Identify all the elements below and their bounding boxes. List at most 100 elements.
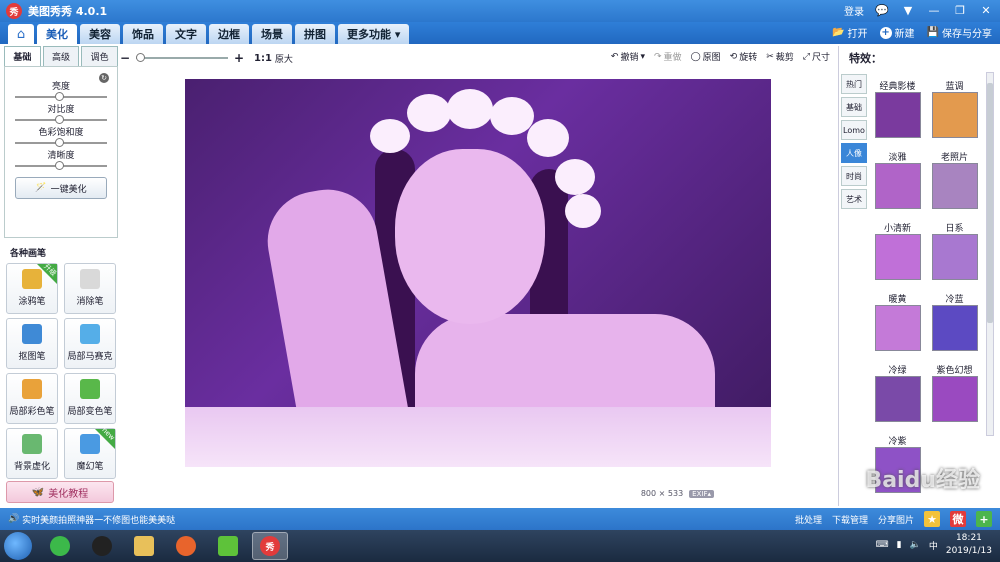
network-icon[interactable]: ▮ bbox=[897, 540, 902, 550]
tab-scene[interactable]: 场景 bbox=[252, 24, 292, 44]
taskbar-app-icon[interactable] bbox=[126, 532, 162, 560]
status-message[interactable]: 实时美颜拍照神器一不修图也能美美哒 bbox=[22, 513, 175, 526]
saturation-thumb[interactable] bbox=[55, 138, 64, 147]
sharpness-thumb[interactable] bbox=[55, 161, 64, 170]
zoom-slider[interactable] bbox=[136, 53, 228, 62]
saturation-slider[interactable] bbox=[15, 138, 107, 147]
recolor-brush-button[interactable]: 局部变色笔 bbox=[64, 373, 116, 424]
effect-name: 淡雅 bbox=[888, 153, 907, 163]
effect-thumbnail bbox=[931, 376, 978, 422]
maximize-button[interactable]: ❐ bbox=[952, 4, 968, 18]
contrast-thumb[interactable] bbox=[55, 115, 64, 124]
keyboard-icon[interactable]: ⌨ bbox=[876, 540, 889, 550]
magic-brush-button[interactable]: new 魔幻笔 bbox=[64, 426, 116, 479]
add-icon[interactable]: + bbox=[976, 511, 992, 527]
taskbar-app-icon[interactable] bbox=[168, 532, 204, 560]
redo-button[interactable]: ↷ 重做 bbox=[654, 50, 682, 64]
taskbar-app-icon[interactable] bbox=[42, 532, 78, 560]
undo-button[interactable]: ↶ 撤销 ▾ bbox=[611, 50, 645, 64]
subtab-color[interactable]: 调色 bbox=[81, 46, 119, 66]
taskbar-meitu-icon[interactable]: 秀 bbox=[252, 532, 288, 560]
category-tab-portrait[interactable]: 人像 bbox=[841, 143, 867, 163]
edited-photo[interactable] bbox=[185, 79, 771, 467]
start-button-icon[interactable] bbox=[4, 532, 32, 560]
brightness-slider[interactable] bbox=[15, 92, 107, 101]
exif-button[interactable]: EXIF▴ bbox=[689, 489, 714, 498]
one-key-beautify-button[interactable]: 🪄 一键美化 bbox=[15, 177, 107, 199]
tab-beautify[interactable]: 美化 bbox=[37, 24, 77, 44]
effect-item[interactable]: 淡雅 bbox=[869, 147, 926, 212]
category-tab-art[interactable]: 艺术 bbox=[841, 189, 867, 209]
file-actions: 📂 打开 + 新建 💾 保存与分享 bbox=[832, 25, 992, 40]
effect-item[interactable]: 暖黄 bbox=[869, 289, 926, 354]
dropdown-icon[interactable]: ▼ bbox=[900, 4, 916, 18]
ime-icon[interactable]: 中 bbox=[929, 539, 938, 552]
new-button[interactable]: + 新建 bbox=[879, 25, 915, 40]
tutorial-button[interactable]: 🦋 美化教程 bbox=[6, 481, 114, 503]
home-icon[interactable]: ⌂ bbox=[8, 24, 34, 44]
weibo-icon[interactable]: 微 bbox=[950, 511, 966, 527]
brush-label: 消除笔 bbox=[76, 297, 104, 307]
share-image-link[interactable]: 分享图片 bbox=[878, 513, 914, 526]
download-manager-link[interactable]: 下载管理 bbox=[832, 513, 868, 526]
effects-scroll-thumb[interactable] bbox=[987, 83, 993, 323]
category-tab-hot[interactable]: 热门 bbox=[841, 74, 867, 94]
crop-button[interactable]: ✂ 裁剪 bbox=[766, 50, 794, 64]
zoom-out-icon[interactable]: − bbox=[118, 51, 132, 65]
doodle-brush-button[interactable]: 升级 涂鸦笔 bbox=[6, 262, 58, 314]
blur-background-button[interactable]: 背景虚化 bbox=[6, 428, 58, 479]
actual-size-button[interactable]: 1:1 bbox=[254, 53, 272, 64]
color-brush-button[interactable]: 局部彩色笔 bbox=[6, 373, 58, 424]
volume-icon[interactable]: 🔈 bbox=[910, 540, 921, 550]
category-tab-lomo[interactable]: Lomo bbox=[841, 120, 867, 140]
sharpness-slider[interactable] bbox=[15, 161, 107, 170]
effect-item[interactable]: 蓝调 bbox=[926, 76, 983, 141]
brightness-thumb[interactable] bbox=[55, 92, 64, 101]
tab-more-features[interactable]: 更多功能 ▾ bbox=[338, 24, 410, 44]
effect-thumbnail bbox=[874, 163, 921, 209]
zoom-slider-thumb[interactable] bbox=[136, 53, 145, 62]
effect-item[interactable]: 日系 bbox=[926, 218, 983, 283]
close-button[interactable]: ✕ bbox=[978, 4, 994, 18]
category-tab-fashion[interactable]: 时尚 bbox=[841, 166, 867, 186]
save-share-button[interactable]: 💾 保存与分享 bbox=[927, 25, 992, 40]
tab-collage[interactable]: 拼图 bbox=[295, 24, 335, 44]
cutout-brush-button[interactable]: 抠图笔 bbox=[6, 318, 58, 369]
category-tab-basic[interactable]: 基础 bbox=[841, 97, 867, 117]
tab-beauty[interactable]: 美容 bbox=[80, 24, 120, 44]
rotate-button[interactable]: ⟲ 旋转 bbox=[730, 50, 758, 64]
effect-item[interactable]: 冷绿 bbox=[869, 360, 926, 425]
one-key-label: 一键美化 bbox=[50, 184, 87, 195]
open-button[interactable]: 📂 打开 bbox=[832, 25, 867, 40]
eraser-brush-button[interactable]: 消除笔 bbox=[64, 263, 116, 314]
contrast-slider[interactable] bbox=[15, 115, 107, 124]
subtab-advanced[interactable]: 高级 bbox=[42, 46, 80, 66]
minimize-button[interactable]: — bbox=[926, 4, 942, 18]
effect-item[interactable]: 小清新 bbox=[869, 218, 926, 283]
batch-process-link[interactable]: 批处理 bbox=[795, 513, 822, 526]
reset-icon[interactable]: ↻ bbox=[99, 73, 109, 83]
effect-item[interactable]: 冷蓝 bbox=[926, 289, 983, 354]
tab-accessories[interactable]: 饰品 bbox=[123, 24, 163, 44]
status-bar: 🔊 实时美颜拍照神器一不修图也能美美哒 批处理 下载管理 分享图片 ★ 微 + bbox=[0, 508, 1000, 530]
zoom-in-icon[interactable]: + bbox=[232, 51, 246, 65]
feedback-icon[interactable]: 💬 bbox=[874, 4, 890, 18]
tab-text[interactable]: 文字 bbox=[166, 24, 206, 44]
effect-item[interactable]: 老照片 bbox=[926, 147, 983, 212]
subtab-basic[interactable]: 基础 bbox=[4, 46, 41, 66]
effects-scrollbar[interactable] bbox=[986, 72, 994, 436]
effect-thumbnail bbox=[874, 376, 921, 422]
original-button[interactable]: ◯ 原图 bbox=[691, 50, 721, 64]
windows-taskbar: 秀 ⌨ ▮ 🔈 中 18:21 2019/1/13 bbox=[0, 530, 1000, 562]
resize-icon: ⤢ bbox=[802, 51, 810, 62]
taskbar-app-icon[interactable] bbox=[210, 532, 246, 560]
clock[interactable]: 18:21 2019/1/13 bbox=[946, 532, 992, 558]
taskbar-app-icon[interactable] bbox=[84, 532, 120, 560]
mosaic-brush-button[interactable]: 局部马赛克 bbox=[64, 318, 116, 369]
star-icon[interactable]: ★ bbox=[924, 511, 940, 527]
effect-item[interactable]: 经典影楼 bbox=[869, 76, 926, 141]
effect-item[interactable]: 紫色幻想 bbox=[926, 360, 983, 425]
tab-border[interactable]: 边框 bbox=[209, 24, 249, 44]
login-link[interactable]: 登录 bbox=[844, 3, 864, 18]
resize-button[interactable]: ⤢ 尺寸 bbox=[802, 50, 830, 64]
